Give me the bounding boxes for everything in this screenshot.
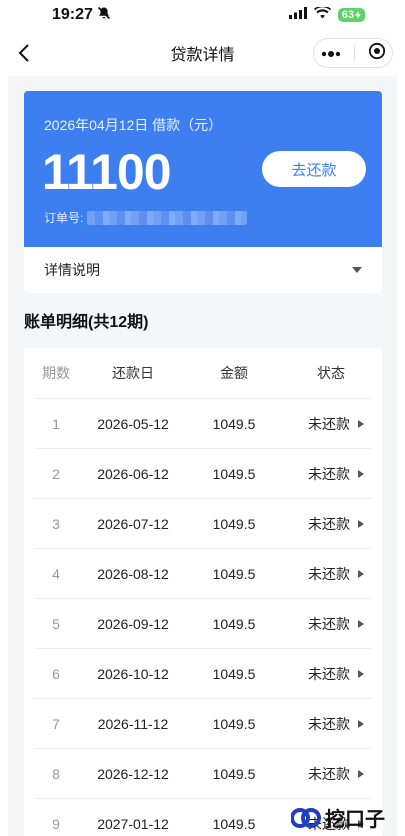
content-area: 2026年04月12日 借款（元） 11100 去还款 订单号: 详情说明 账单… bbox=[8, 76, 397, 836]
row-status: 未还款 bbox=[280, 714, 372, 734]
loan-summary-card: 2026年04月12日 借款（元） 11100 去还款 订单号: bbox=[24, 91, 382, 247]
row-amount: 1049.5 bbox=[212, 515, 256, 532]
row-amount: 1049.5 bbox=[212, 615, 256, 632]
row-status-text: 未还款 bbox=[308, 565, 350, 582]
row-due-date: 2026-09-12 bbox=[97, 615, 169, 632]
nav-bar: 贷款详情 bbox=[0, 30, 405, 76]
row-due-date: 2026-06-12 bbox=[97, 465, 169, 482]
row-due-date: 2026-11-12 bbox=[97, 715, 169, 732]
table-row[interactable]: 5 2026-09-12 1049.5 未还款 bbox=[34, 598, 372, 648]
mute-bell-icon bbox=[97, 6, 111, 25]
detail-explanation-toggle[interactable]: 详情说明 bbox=[24, 247, 382, 293]
row-status-text: 未还款 bbox=[308, 465, 350, 482]
row-period: 9 bbox=[52, 815, 60, 832]
row-due-date: 2026-08-12 bbox=[97, 565, 169, 582]
row-status-text: 未还款 bbox=[308, 665, 350, 682]
row-period: 8 bbox=[52, 765, 60, 782]
table-row[interactable]: 8 2026-12-12 1049.5 未还款 bbox=[34, 748, 372, 798]
repay-button[interactable]: 去还款 bbox=[262, 151, 366, 187]
table-row[interactable]: 4 2026-08-12 1049.5 未还款 bbox=[34, 548, 372, 598]
table-row[interactable]: 2 2026-06-12 1049.5 未还款 bbox=[34, 448, 372, 498]
row-amount: 1049.5 bbox=[212, 465, 256, 482]
row-status: 未还款 bbox=[280, 564, 372, 584]
row-status: 未还款 bbox=[280, 614, 372, 634]
watermark-text: 挖口子 bbox=[325, 809, 385, 831]
order-number-row: 订单号: bbox=[44, 209, 248, 226]
battery-icon: 63 bbox=[337, 8, 365, 22]
chevron-right-icon bbox=[358, 669, 364, 678]
row-period: 2 bbox=[52, 465, 60, 482]
detail-explanation-label: 详情说明 bbox=[44, 262, 100, 278]
row-period: 4 bbox=[52, 565, 60, 582]
status-right: 63 bbox=[288, 5, 365, 24]
loan-date-label: 2026年04月12日 借款（元） bbox=[44, 117, 223, 133]
table-row[interactable]: 1 2026-05-12 1049.5 未还款 bbox=[34, 398, 372, 448]
row-amount: 1049.5 bbox=[212, 565, 256, 582]
status-bar: 19:27 63 bbox=[0, 0, 405, 30]
row-status: 未还款 bbox=[280, 664, 372, 684]
status-time: 19:27 bbox=[52, 6, 93, 23]
chevron-right-icon bbox=[358, 569, 364, 578]
chevron-right-icon bbox=[358, 469, 364, 478]
row-due-date: 2026-07-12 bbox=[97, 515, 169, 532]
row-status-text: 未还款 bbox=[308, 765, 350, 782]
row-due-date: 2027-01-12 bbox=[97, 815, 169, 832]
table-row[interactable]: 7 2026-11-12 1049.5 未还款 bbox=[34, 698, 372, 748]
row-amount: 1049.5 bbox=[212, 415, 256, 432]
row-status-text: 未还款 bbox=[308, 415, 350, 432]
loan-amount: 11100 bbox=[42, 144, 172, 200]
table-row[interactable]: 6 2026-10-12 1049.5 未还款 bbox=[34, 648, 372, 698]
row-amount: 1049.5 bbox=[212, 665, 256, 682]
row-status-text: 未还款 bbox=[308, 515, 350, 532]
bill-table: 期数 还款日 金额 状态 1 2026-05-12 1049.5 未还款 2 2026-0… bbox=[24, 348, 382, 836]
caret-down-icon bbox=[352, 267, 362, 273]
wifi-icon bbox=[313, 5, 331, 24]
order-number-label: 订单号: bbox=[44, 211, 84, 225]
row-status-text: 未还款 bbox=[308, 615, 350, 632]
row-due-date: 2026-12-12 bbox=[97, 765, 169, 782]
bill-table-header: 期数 还款日 金额 状态 bbox=[34, 348, 372, 398]
page-title: 贷款详情 bbox=[170, 47, 235, 64]
row-due-date: 2026-10-12 bbox=[97, 665, 169, 682]
header-due-date: 还款日 bbox=[112, 365, 154, 381]
chevron-right-icon bbox=[358, 719, 364, 728]
status-left: 19:27 bbox=[52, 6, 111, 25]
row-status: 未还款 bbox=[280, 764, 372, 784]
chevron-right-icon bbox=[358, 769, 364, 778]
row-status: 未还款 bbox=[280, 414, 372, 434]
row-period: 3 bbox=[52, 515, 60, 532]
chevron-right-icon bbox=[358, 519, 364, 528]
row-status: 未还款 bbox=[280, 464, 372, 484]
back-arrow-icon[interactable] bbox=[14, 42, 36, 64]
row-due-date: 2026-05-12 bbox=[97, 415, 169, 432]
watermark-icon bbox=[291, 807, 321, 828]
row-status: 未还款 bbox=[280, 514, 372, 534]
chevron-right-icon bbox=[358, 619, 364, 628]
header-period: 期数 bbox=[42, 365, 70, 381]
mini-program-capsule bbox=[313, 38, 393, 68]
chevron-right-icon bbox=[358, 419, 364, 428]
row-amount: 1049.5 bbox=[212, 815, 256, 832]
row-status-text: 未还款 bbox=[308, 715, 350, 732]
row-period: 6 bbox=[52, 665, 60, 682]
close-target-icon[interactable] bbox=[368, 42, 386, 65]
signal-icon bbox=[288, 6, 307, 24]
watermark-logo: 挖口子 bbox=[291, 803, 385, 832]
row-amount: 1049.5 bbox=[212, 715, 256, 732]
header-amount: 金额 bbox=[220, 365, 248, 381]
header-status: 状态 bbox=[317, 365, 345, 381]
battery-level: 63 bbox=[341, 9, 354, 21]
row-period: 7 bbox=[52, 715, 60, 732]
bill-section-title: 账单明细(共12期) bbox=[24, 314, 149, 331]
table-row[interactable]: 3 2026-07-12 1049.5 未还款 bbox=[34, 498, 372, 548]
capsule-divider bbox=[353, 45, 355, 61]
more-dots-icon[interactable] bbox=[321, 44, 341, 62]
row-amount: 1049.5 bbox=[212, 765, 256, 782]
row-period: 1 bbox=[52, 415, 60, 432]
order-number-redacted bbox=[87, 210, 248, 225]
row-period: 5 bbox=[52, 615, 60, 632]
bill-rows: 1 2026-05-12 1049.5 未还款 2 2026-06-12 1049.5 未还款… bbox=[24, 398, 382, 836]
